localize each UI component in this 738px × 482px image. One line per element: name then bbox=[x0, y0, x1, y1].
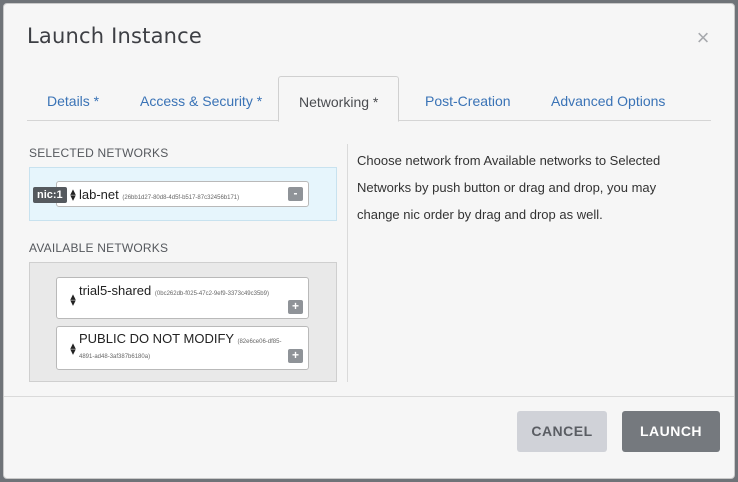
tab-networking[interactable]: Networking * bbox=[278, 76, 400, 122]
add-network-button[interactable]: + bbox=[288, 349, 303, 363]
available-networks-heading: AVAILABLE NETWORKS bbox=[29, 241, 169, 255]
sort-arrows-icon[interactable]: ▴ ▾ bbox=[69, 187, 77, 204]
add-network-button[interactable]: + bbox=[288, 300, 303, 314]
networking-help-text: Choose network from Available networks t… bbox=[357, 153, 661, 222]
remove-network-button[interactable]: - bbox=[288, 187, 303, 201]
launch-instance-dialog: Launch Instance × Details * Access & Sec… bbox=[3, 3, 735, 479]
dialog-title: Launch Instance bbox=[27, 24, 203, 48]
network-id-continued: 4891-ad48-3af387b6180a) bbox=[79, 354, 151, 360]
dialog-header: Launch Instance × bbox=[4, 4, 734, 68]
tab-bar: Details * Access & Security * Networking… bbox=[27, 76, 711, 122]
selected-network-item[interactable]: ▴ ▾ lab-net (26bb1d27-80d8-4d5f-b517-87c3… bbox=[56, 181, 309, 207]
column-divider bbox=[347, 144, 348, 382]
tab-advanced-options[interactable]: Advanced Options bbox=[551, 76, 665, 121]
selected-networks-list[interactable]: ▴ ▾ lab-net (26bb1d27-80d8-4d5f-b517-87c3… bbox=[29, 167, 337, 221]
nic-order-badge: nic:1 bbox=[33, 187, 67, 203]
footer-divider bbox=[4, 396, 734, 397]
network-id: (0bc262db-f025-47c2-9ef9-3373c49c35b9) bbox=[154, 291, 269, 297]
tab-access-security[interactable]: Access & Security * bbox=[140, 76, 262, 121]
available-network-item[interactable]: ▴ ▾ trial5-shared (0bc262db-f025-47c2-9ef… bbox=[56, 277, 309, 319]
network-name: PUBLIC DO NOT MODIFY bbox=[79, 331, 234, 346]
sort-arrows-icon[interactable]: ▴ ▾ bbox=[69, 341, 77, 358]
network-name: lab-net bbox=[79, 187, 119, 202]
sort-arrows-icon[interactable]: ▴ ▾ bbox=[69, 292, 77, 309]
tab-post-creation[interactable]: Post-Creation bbox=[425, 76, 511, 121]
cancel-button[interactable]: CANCEL bbox=[517, 411, 607, 452]
launch-button[interactable]: LAUNCH bbox=[622, 411, 720, 452]
network-id: (82e6ce06-df85- bbox=[237, 339, 282, 345]
close-icon[interactable]: × bbox=[693, 26, 713, 50]
selected-networks-heading: SELECTED NETWORKS bbox=[29, 146, 169, 160]
available-networks-list[interactable]: ▴ ▾ trial5-shared (0bc262db-f025-47c2-9ef… bbox=[29, 262, 337, 382]
available-network-item[interactable]: ▴ ▾ PUBLIC DO NOT MODIFY (82e6ce06-df85- … bbox=[56, 326, 309, 370]
tab-details[interactable]: Details * bbox=[47, 76, 99, 121]
network-name: trial5-shared bbox=[79, 283, 152, 298]
network-id: (26bb1d27-80d8-4d5f-b517-87c32456b171) bbox=[122, 195, 240, 201]
